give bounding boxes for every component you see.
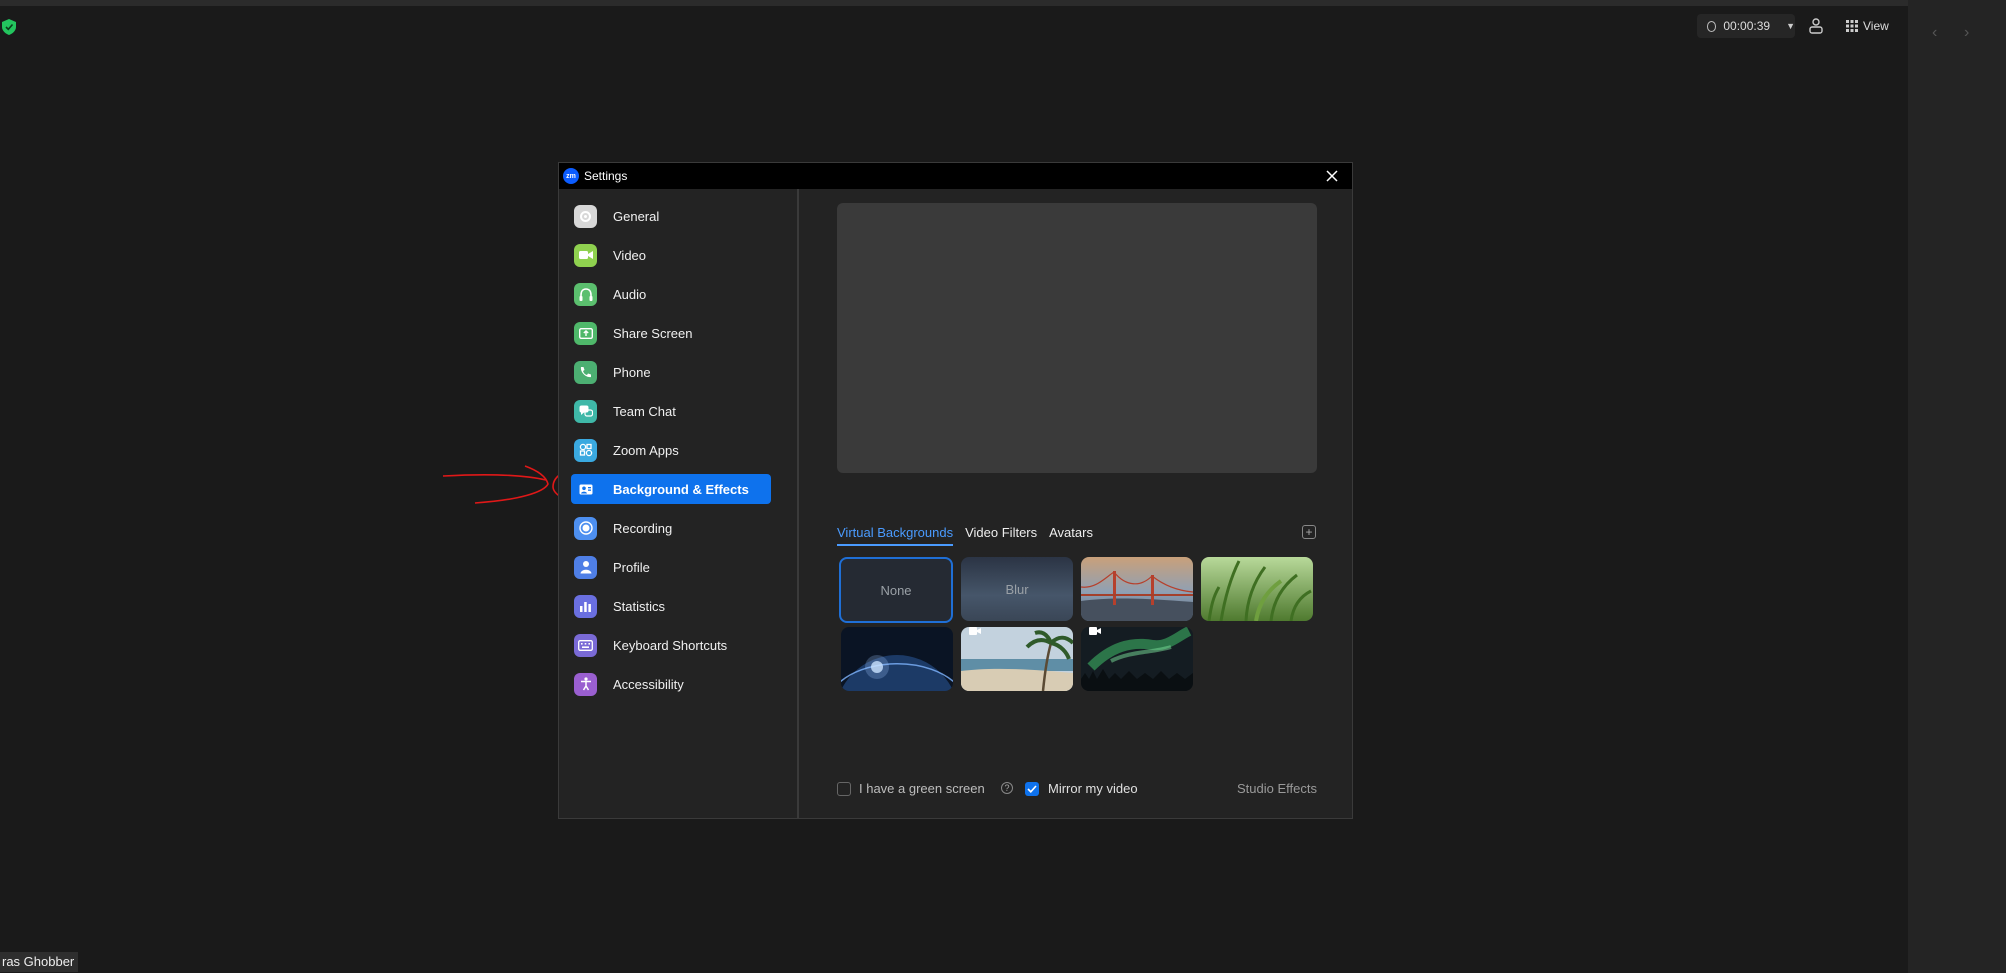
mirror-video-checkbox[interactable] (1025, 782, 1039, 796)
sidebar-item-accessibility[interactable]: Accessibility (571, 669, 771, 699)
sidebar-item-phone[interactable]: Phone (571, 357, 771, 387)
zoom-logo-icon: zm (563, 168, 579, 184)
share-screen-icon (574, 321, 597, 345)
video-preview (837, 203, 1317, 473)
accessibility-icon (574, 672, 597, 696)
grass-image (1201, 557, 1313, 621)
headphones-icon (574, 282, 597, 306)
green-screen-checkbox[interactable] (837, 782, 851, 796)
tab-virtual-backgrounds[interactable]: Virtual Backgrounds (837, 525, 954, 546)
sidebar-item-general[interactable]: General (571, 201, 771, 231)
sidebar-item-label: Team Chat (613, 403, 676, 419)
record-icon (574, 516, 597, 540)
video-background-icon (1089, 627, 1101, 635)
settings-dialog: zm Settings General Video Audio Share Sc… (558, 162, 1353, 819)
background-none-tile[interactable]: None (839, 557, 953, 623)
background-golden-gate-tile[interactable] (1081, 557, 1193, 621)
sidebar-item-label: Audio (613, 286, 647, 302)
sidebar-item-background-effects[interactable]: Background & Effects (571, 474, 771, 504)
sidebar-item-label: General (613, 208, 660, 224)
studio-effects-link[interactable]: Studio Effects (1237, 781, 1317, 796)
mirror-video-label: Mirror my video (1048, 781, 1138, 796)
background-tabs: Virtual Backgrounds Video Filters Avatar… (837, 525, 1105, 546)
none-label: None (880, 582, 912, 598)
profile-icon (574, 555, 597, 579)
sidebar-item-recording[interactable]: Recording (571, 513, 771, 543)
background-grass-tile[interactable] (1201, 557, 1313, 621)
gear-icon (574, 204, 597, 228)
tab-avatars[interactable]: Avatars (1049, 525, 1093, 546)
chat-icon (574, 399, 597, 423)
sidebar-item-label: Share Screen (613, 325, 693, 341)
background-options: I have a green screen ? Mirror my video … (837, 780, 1317, 800)
add-background-icon[interactable]: + (1302, 525, 1316, 539)
background-blur-tile[interactable]: Blur (961, 557, 1073, 621)
sidebar-item-label: Accessibility (613, 676, 684, 692)
green-screen-label: I have a green screen (859, 781, 985, 796)
blur-label: Blur (1005, 581, 1029, 597)
sidebar-item-share-screen[interactable]: Share Screen (571, 318, 771, 348)
sidebar-item-label: Keyboard Shortcuts (613, 637, 728, 653)
sidebar-item-profile[interactable]: Profile (571, 552, 771, 582)
sidebar-item-label: Recording (613, 520, 673, 536)
sidebar-item-zoom-apps[interactable]: Zoom Apps (571, 435, 771, 465)
sidebar-item-label: Zoom Apps (613, 442, 679, 458)
beach-image (961, 627, 1073, 691)
background-earth-tile[interactable] (841, 627, 953, 691)
background-aurora-tile[interactable] (1081, 627, 1193, 691)
sidebar-item-label: Statistics (613, 598, 666, 614)
sidebar-item-label: Profile (613, 559, 650, 575)
checkmark-icon (1027, 785, 1037, 793)
golden-gate-image (1081, 557, 1193, 621)
sidebar-item-video[interactable]: Video (571, 240, 771, 270)
statistics-icon (574, 594, 597, 618)
help-icon[interactable]: ? (1001, 782, 1013, 794)
phone-icon (574, 360, 597, 384)
apps-icon (574, 438, 597, 462)
keyboard-icon (574, 633, 597, 657)
sidebar-item-label: Video (613, 247, 647, 263)
aurora-image (1081, 627, 1193, 691)
background-icon (574, 477, 597, 501)
sidebar-item-keyboard-shortcuts[interactable]: Keyboard Shortcuts (571, 630, 771, 660)
sidebar-item-statistics[interactable]: Statistics (571, 591, 771, 621)
dialog-title: Settings (584, 169, 628, 183)
close-icon[interactable] (1322, 166, 1342, 186)
video-camera-icon (574, 243, 597, 267)
settings-sidebar: General Video Audio Share Screen Phone T… (559, 189, 799, 819)
tab-video-filters[interactable]: Video Filters (965, 525, 1037, 546)
sidebar-item-audio[interactable]: Audio (571, 279, 771, 309)
video-background-icon (969, 627, 981, 635)
dialog-titlebar: zm Settings (559, 163, 1352, 189)
sidebar-item-label: Background & Effects (613, 481, 749, 497)
sidebar-item-label: Phone (613, 364, 651, 380)
sidebar-item-team-chat[interactable]: Team Chat (571, 396, 771, 426)
earth-image (841, 627, 953, 691)
background-beach-tile[interactable] (961, 627, 1073, 691)
